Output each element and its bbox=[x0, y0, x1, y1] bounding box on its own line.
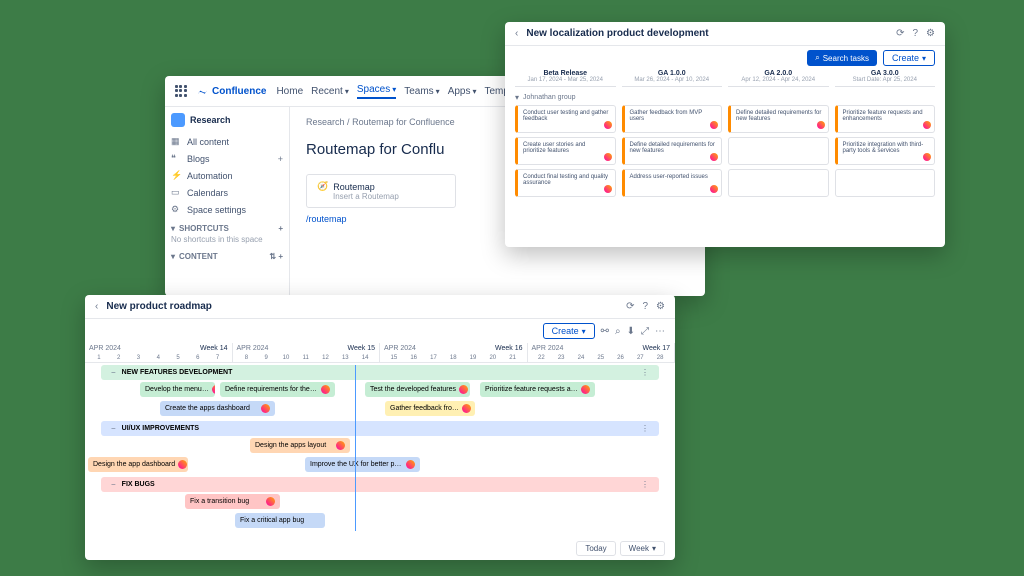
download-icon[interactable]: ⬇ bbox=[627, 326, 635, 337]
column-header: GA 1.0.0Mar 26, 2024 - Apr 10, 2024 bbox=[622, 70, 723, 87]
grid-icon: ▦ bbox=[171, 136, 181, 147]
refresh-icon[interactable]: ⟳ bbox=[896, 28, 904, 39]
nav-recent[interactable]: Recent▾ bbox=[311, 84, 349, 99]
kanban-columns-header: Beta ReleaseJan 17, 2024 - Mar 25, 2024 … bbox=[505, 70, 945, 90]
kanban-card[interactable]: Gather feedback from MVP users bbox=[622, 105, 723, 133]
task[interactable]: Fix a transition bug bbox=[185, 494, 280, 509]
calendar-icon: ▭ bbox=[171, 187, 181, 198]
lane-uiux[interactable]: −UI/UX IMPROVEMENTS⋮ bbox=[101, 421, 659, 436]
nav-home[interactable]: Home bbox=[276, 84, 303, 99]
task[interactable]: Develop the menu… bbox=[140, 382, 215, 397]
task[interactable]: Test the developed features bbox=[365, 382, 470, 397]
kanban-card-empty[interactable] bbox=[835, 169, 936, 197]
kanban-card[interactable]: Conduct user testing and gather feedback bbox=[515, 105, 616, 133]
kanban-card-empty[interactable] bbox=[728, 169, 829, 197]
task[interactable]: Define requirements for the… bbox=[220, 382, 335, 397]
sidebar-item-automation[interactable]: ⚡Automation bbox=[171, 167, 283, 184]
create-button[interactable]: Create▾ bbox=[883, 50, 935, 66]
sidebar-item-calendars[interactable]: ▭Calendars bbox=[171, 184, 283, 201]
gear-icon[interactable]: ⚙ bbox=[926, 28, 935, 39]
task[interactable]: Improve the UX for better p… bbox=[305, 457, 420, 472]
plus-icon[interactable]: + bbox=[278, 224, 283, 233]
kanban-card[interactable]: Create user stories and prioritize featu… bbox=[515, 137, 616, 165]
search-icon[interactable]: ⌕ bbox=[615, 326, 621, 337]
more-icon[interactable]: ⋯ bbox=[655, 326, 665, 337]
today-button[interactable]: Today bbox=[576, 541, 615, 556]
swimlanes: −NEW FEATURES DEVELOPMENT⋮ Develop the m… bbox=[85, 365, 675, 531]
confluence-logo[interactable]: Confluence bbox=[197, 86, 266, 97]
kanban-window: ‹ New localization product development ⟳… bbox=[505, 22, 945, 247]
roadmap-window: ‹ New product roadmap ⟳ ? ⚙ Create▾ ⚯ ⌕ … bbox=[85, 295, 675, 560]
kanban-title: New localization product development bbox=[526, 28, 888, 39]
kanban-titlebar: ‹ New localization product development ⟳… bbox=[505, 22, 945, 46]
roadmap-title: New product roadmap bbox=[106, 301, 618, 312]
today-line bbox=[355, 365, 356, 531]
kanban-card[interactable]: Define detailed requirements for new fea… bbox=[622, 137, 723, 165]
kanban-toolbar: ⌕Search tasks Create▾ bbox=[505, 46, 945, 70]
sidebar-item-all-content[interactable]: ▦All content bbox=[171, 133, 283, 150]
sidebar-item-settings[interactable]: ⚙Space settings bbox=[171, 201, 283, 218]
routemap-icon: 🧭 bbox=[317, 181, 328, 192]
space-title[interactable]: Research bbox=[171, 113, 283, 127]
search-icon: ⌕ bbox=[815, 53, 819, 63]
week-button[interactable]: Week▾ bbox=[620, 541, 665, 556]
timeline-header: APR 2024Week 141234567 APR 2024Week 1589… bbox=[85, 343, 675, 363]
kanban-card[interactable]: Prioritize feature requests and enhancem… bbox=[835, 105, 936, 133]
link-icon[interactable]: ⚯ bbox=[601, 326, 609, 337]
shortcuts-section[interactable]: ▾SHORTCUTS+ bbox=[171, 224, 283, 233]
gear-icon: ⚙ bbox=[171, 204, 181, 215]
roadmap-toolbar: Create▾ ⚯ ⌕ ⬇ ⤢ ⋯ bbox=[85, 319, 675, 343]
column-header: GA 2.0.0Apr 12, 2024 - Apr 24, 2024 bbox=[728, 70, 829, 87]
kanban-card[interactable]: Conduct final testing and quality assura… bbox=[515, 169, 616, 197]
expand-icon[interactable]: ⤢ bbox=[641, 326, 649, 337]
lane-features[interactable]: −NEW FEATURES DEVELOPMENT⋮ bbox=[101, 365, 659, 380]
task[interactable]: Fix a critical app bug bbox=[235, 513, 325, 528]
create-button[interactable]: Create▾ bbox=[543, 323, 595, 339]
back-icon[interactable]: ‹ bbox=[95, 301, 98, 312]
refresh-icon[interactable]: ⟳ bbox=[626, 301, 634, 312]
space-icon bbox=[171, 113, 185, 127]
help-icon[interactable]: ? bbox=[912, 28, 918, 39]
sidebar-item-blogs[interactable]: ❝Blogs+ bbox=[171, 150, 283, 167]
lane-bugs[interactable]: −FIX BUGS⋮ bbox=[101, 477, 659, 492]
routemap-insert-card[interactable]: 🧭Routemap Insert a Routemap bbox=[306, 174, 456, 208]
top-nav: Home Recent▾ Spaces▾ Teams▾ Apps▾ Templa… bbox=[276, 84, 530, 99]
kanban-columns-body: Conduct user testing and gather feedback… bbox=[505, 105, 945, 201]
quote-icon: ❝ bbox=[171, 153, 181, 164]
column-header: GA 3.0.0Start Date: Apr 25, 2024 bbox=[835, 70, 936, 87]
task[interactable]: Create the apps dashboard bbox=[160, 401, 275, 416]
gear-icon[interactable]: ⚙ bbox=[656, 301, 665, 312]
task[interactable]: Design the apps layout bbox=[250, 438, 350, 453]
roadmap-titlebar: ‹ New product roadmap ⟳ ? ⚙ bbox=[85, 295, 675, 319]
help-icon[interactable]: ? bbox=[642, 301, 648, 312]
search-tasks-button[interactable]: ⌕Search tasks bbox=[807, 50, 877, 66]
nav-spaces[interactable]: Spaces▾ bbox=[357, 84, 396, 99]
nav-apps[interactable]: Apps▾ bbox=[448, 84, 477, 99]
column-header: Beta ReleaseJan 17, 2024 - Mar 25, 2024 bbox=[515, 70, 616, 87]
roadmap-footer: Today Week▾ bbox=[576, 541, 665, 556]
filter-icon[interactable]: ⇅ + bbox=[269, 252, 283, 261]
nav-teams[interactable]: Teams▾ bbox=[404, 84, 439, 99]
task[interactable]: Prioritize feature requests a… bbox=[480, 382, 595, 397]
bolt-icon: ⚡ bbox=[171, 170, 181, 181]
back-icon[interactable]: ‹ bbox=[515, 28, 518, 39]
content-section[interactable]: ▾CONTENT⇅ + bbox=[171, 252, 283, 261]
kanban-card-empty[interactable] bbox=[728, 137, 829, 165]
task[interactable]: Design the app dashboard bbox=[88, 457, 188, 472]
breadcrumb-page[interactable]: Routemap for Confluence bbox=[352, 117, 455, 127]
kanban-group[interactable]: ▾Johnathan group bbox=[505, 90, 945, 105]
kanban-card[interactable]: Define detailed requirements for new fea… bbox=[728, 105, 829, 133]
app-switcher-icon[interactable] bbox=[175, 85, 187, 97]
task[interactable]: Gather feedback fro… bbox=[385, 401, 475, 416]
kanban-card[interactable]: Address user-reported issues bbox=[622, 169, 723, 197]
confluence-icon bbox=[197, 86, 208, 97]
breadcrumb-research[interactable]: Research bbox=[306, 117, 345, 127]
no-shortcuts-text: No shortcuts in this space bbox=[171, 233, 283, 246]
kanban-card[interactable]: Prioritize integration with third-party … bbox=[835, 137, 936, 165]
plus-icon[interactable]: + bbox=[278, 154, 283, 164]
sidebar: Research ▦All content ❝Blogs+ ⚡Automatio… bbox=[165, 107, 290, 299]
